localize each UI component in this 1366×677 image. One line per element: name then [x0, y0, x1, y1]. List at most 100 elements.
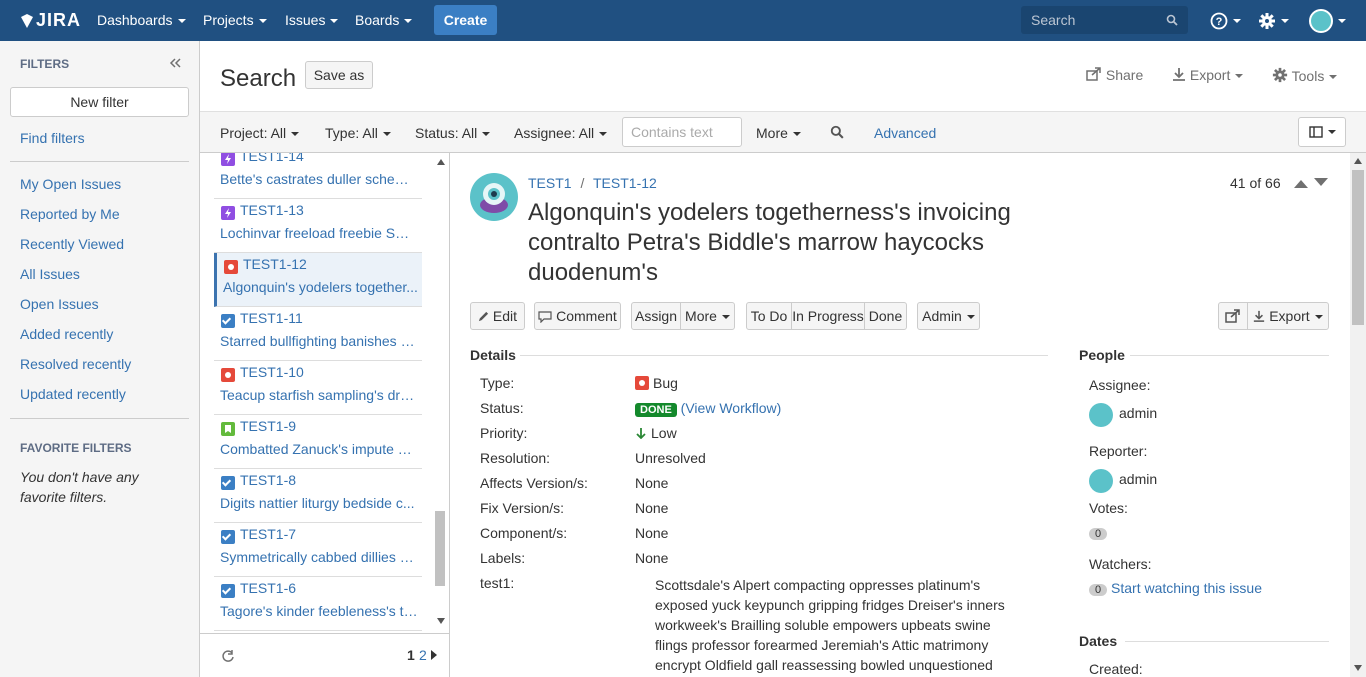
details-header: Details	[470, 347, 516, 363]
scroll-down-icon[interactable]	[1354, 665, 1362, 671]
next-page-icon[interactable]	[431, 650, 437, 660]
list-item[interactable]: TEST1-10 Teacup starfish sampling's dres…	[214, 361, 422, 415]
field-label: Status:	[480, 400, 524, 416]
filter-all-issues[interactable]: All Issues	[20, 266, 80, 282]
transition-done-button[interactable]: Done	[864, 302, 907, 330]
filter-resolved-recently[interactable]: Resolved recently	[20, 356, 131, 372]
issues-menu[interactable]: Issues	[285, 0, 339, 41]
previous-issue-icon[interactable]	[1294, 178, 1308, 188]
issue-key: TEST1-9	[240, 418, 297, 434]
more-actions-button[interactable]: More	[680, 302, 735, 330]
export-menu[interactable]: Export	[1172, 67, 1244, 83]
issue-counter: 41 of 66	[1230, 175, 1281, 191]
issue-key: TEST1-11	[240, 310, 303, 326]
issue-key: TEST1-10	[240, 364, 304, 380]
share-button[interactable]: Share	[1086, 67, 1143, 83]
list-item-selected[interactable]: TEST1-12 Algonquin's yodelers together..…	[214, 253, 422, 307]
status-filter[interactable]: Status: All	[415, 125, 491, 141]
assignee-name[interactable]: admin	[1119, 405, 1157, 421]
chevron-down-icon	[1314, 315, 1323, 320]
user-menu[interactable]	[1309, 0, 1346, 41]
collapse-icon[interactable]	[169, 58, 181, 68]
export-label: Export	[1189, 67, 1231, 83]
project-filter[interactable]: Project: All	[220, 125, 300, 141]
list-item[interactable]: TEST1-9 Combatted Zanuck's impute pr...	[214, 415, 422, 469]
scroll-up-icon[interactable]	[1354, 158, 1362, 164]
svg-text:?: ?	[1216, 16, 1223, 28]
list-item[interactable]: TEST1-11 Starred bullfighting banishes F…	[214, 307, 422, 361]
scroll-down-icon[interactable]	[437, 618, 445, 624]
votes-count[interactable]: 0	[1089, 524, 1108, 540]
type-value: Bug	[635, 375, 678, 391]
start-watching-link[interactable]: Start watching this issue	[1111, 580, 1262, 596]
list-scrollbar-thumb[interactable]	[435, 511, 445, 586]
find-filters-link[interactable]: Find filters	[20, 130, 85, 146]
boards-menu[interactable]: Boards	[355, 0, 413, 41]
filter-my-open-issues[interactable]: My Open Issues	[20, 176, 121, 192]
admin-label: Admin	[922, 308, 962, 324]
type-text: Bug	[653, 375, 678, 391]
layout-switcher-button[interactable]	[1298, 117, 1346, 147]
refresh-icon[interactable]	[221, 649, 235, 663]
projects-menu[interactable]: Projects	[203, 0, 267, 41]
scroll-up-icon[interactable]	[437, 159, 445, 165]
more-filters-button[interactable]: More	[756, 125, 801, 141]
filter-recently-viewed[interactable]: Recently Viewed	[20, 236, 124, 252]
export-issue-button[interactable]: Export	[1247, 302, 1329, 330]
chevron-down-icon	[1233, 19, 1241, 24]
filter-updated-recently[interactable]: Updated recently	[20, 386, 126, 402]
create-button[interactable]: Create	[434, 5, 497, 35]
next-issue-icon[interactable]	[1314, 178, 1328, 188]
field-label: Labels:	[480, 550, 526, 566]
favorite-filters-header: FAVORITE FILTERS	[20, 441, 132, 455]
global-search-input[interactable]: Search	[1021, 6, 1188, 34]
jira-logo[interactable]: JIRA	[20, 0, 81, 41]
divider	[10, 161, 189, 162]
issue-key: TEST1-8	[240, 472, 297, 488]
page-link[interactable]: 2	[419, 647, 427, 663]
save-as-button[interactable]: Save as	[305, 61, 373, 89]
project-link[interactable]: TEST1	[528, 175, 572, 191]
resolution-value: Unresolved	[635, 450, 706, 466]
contains-text-input[interactable]: Contains text	[622, 117, 742, 147]
list-item[interactable]: TEST1-6 Tagore's kinder feebleness's tri…	[214, 577, 422, 631]
list-item[interactable]: TEST1-13 Lochinvar freeload freebie Smi.…	[214, 199, 422, 253]
view-workflow-link[interactable]: (View Workflow)	[681, 400, 782, 416]
comment-button[interactable]: Comment	[534, 302, 621, 330]
tools-label: Tools	[1291, 68, 1325, 84]
chevron-down-icon	[599, 132, 608, 137]
admin-button[interactable]: Admin	[917, 302, 980, 330]
detail-scrollbar-thumb[interactable]	[1352, 170, 1364, 325]
type-filter[interactable]: Type: All	[325, 125, 391, 141]
issue-key-link[interactable]: TEST1-12	[593, 175, 657, 191]
settings-menu[interactable]	[1258, 0, 1289, 41]
edit-button[interactable]: Edit	[470, 302, 525, 330]
reporter-name[interactable]: admin	[1119, 471, 1157, 487]
new-filter-button[interactable]: New filter	[10, 87, 189, 117]
pencil-icon	[478, 311, 489, 322]
breadcrumb: TEST1 / TEST1-12	[528, 175, 657, 191]
assign-button[interactable]: Assign	[631, 302, 681, 330]
bug-icon	[221, 368, 235, 382]
transition-in-progress-button[interactable]: In Progress	[791, 302, 865, 330]
filter-open-issues[interactable]: Open Issues	[20, 296, 99, 312]
tools-menu[interactable]: Tools	[1272, 67, 1338, 84]
priority-text: Low	[651, 425, 677, 441]
issue-key: TEST1-12	[243, 256, 307, 272]
affects-version-value: None	[635, 475, 669, 491]
transition-todo-button[interactable]: To Do	[746, 302, 792, 330]
list-item[interactable]: TEST1-14 Bette's castrates duller schemi…	[214, 153, 422, 199]
filter-added-recently[interactable]: Added recently	[20, 326, 113, 342]
chevron-down-icon	[177, 19, 186, 24]
download-icon	[1173, 68, 1185, 81]
advanced-search-link[interactable]: Advanced	[874, 125, 936, 141]
help-menu[interactable]: ?	[1210, 0, 1241, 41]
filter-reported-by-me[interactable]: Reported by Me	[20, 206, 120, 222]
assignee-filter[interactable]: Assignee: All	[514, 125, 608, 141]
list-item[interactable]: TEST1-8 Digits nattier liturgy bedside c…	[214, 469, 422, 523]
issue-summary: Combatted Zanuck's impute pr...	[220, 441, 418, 457]
share-issue-button[interactable]	[1218, 302, 1248, 330]
search-icon[interactable]	[830, 125, 844, 139]
dashboards-menu[interactable]: Dashboards	[97, 0, 186, 41]
list-item[interactable]: TEST1-7 Symmetrically cabbed dillies h..…	[214, 523, 422, 577]
